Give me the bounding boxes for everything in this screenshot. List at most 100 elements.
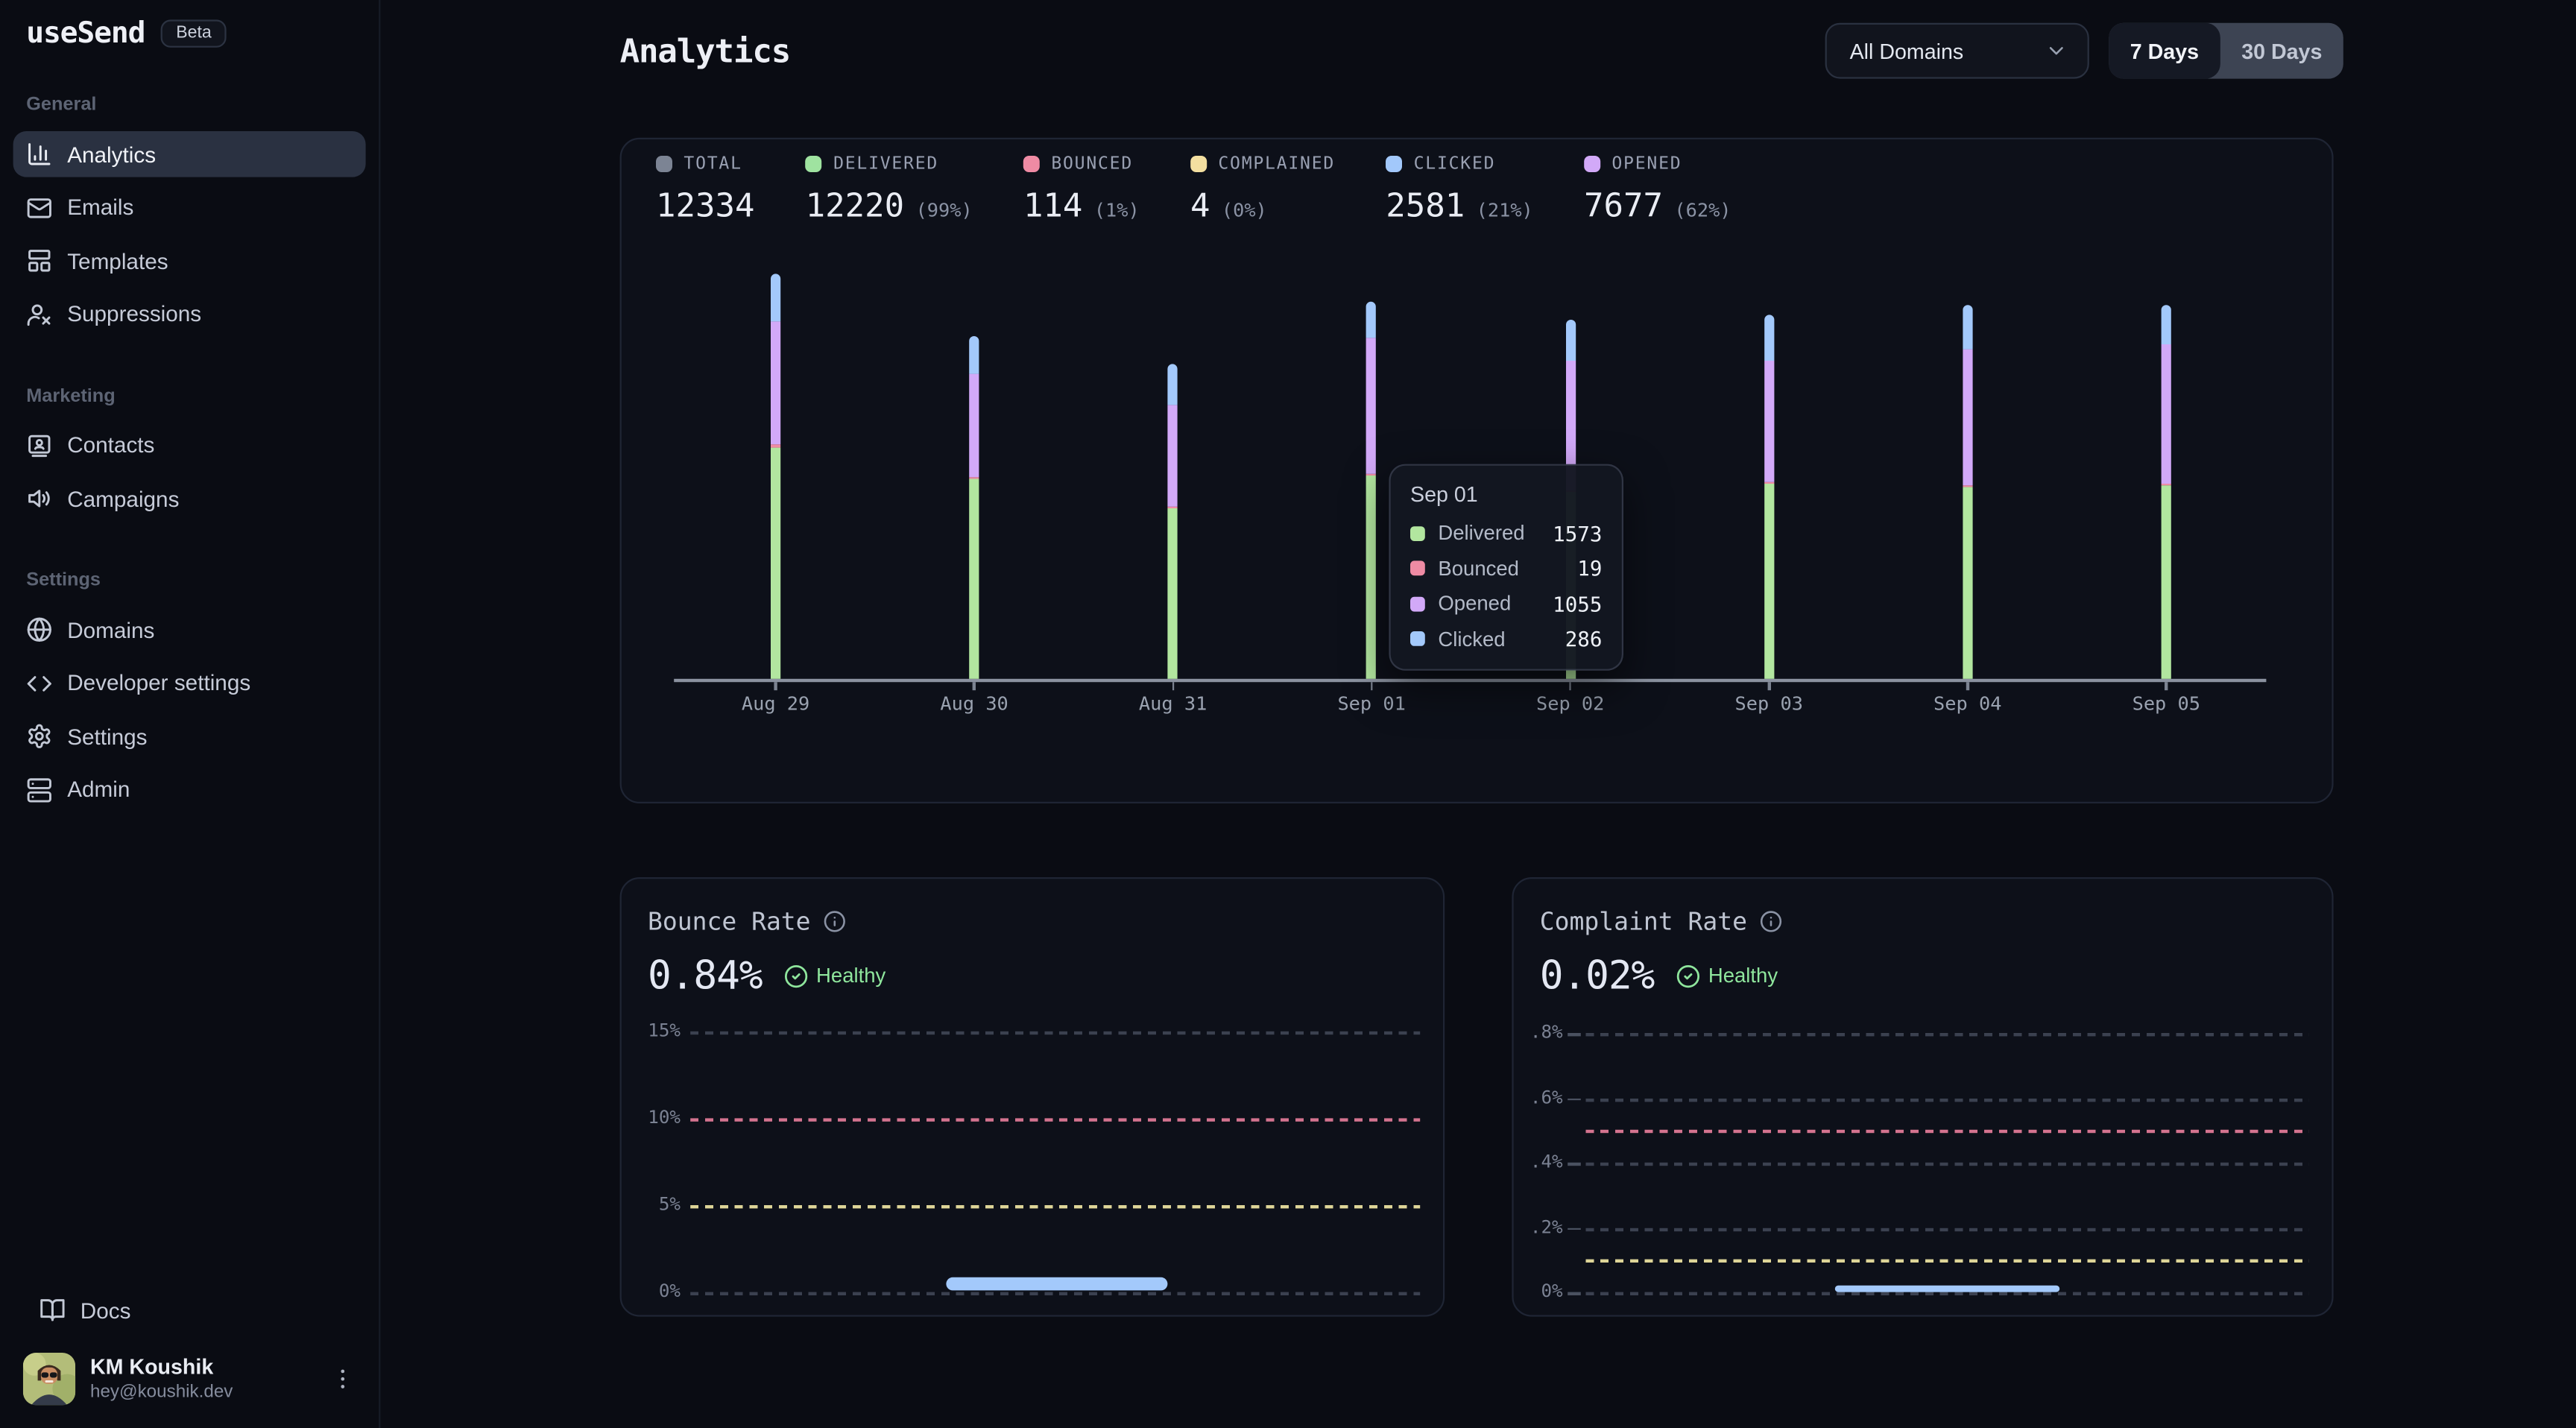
bar-aug-30-clicked[interactable] [970,335,979,373]
bar-sep-04-delivered[interactable] [1963,487,1972,679]
x-axis-tick [1172,681,1174,689]
bar-aug-31-bounced[interactable] [1168,506,1178,508]
range-30days-button[interactable]: 30 Days [2220,23,2343,79]
tooltip-label: Delivered [1438,522,1524,545]
range-toggle: 7 Days 30 Days [2109,23,2343,79]
sidebar-item-admin[interactable]: Admin [13,767,366,813]
x-axis-label: Aug 31 [1108,692,1239,715]
x-axis-label: Sep 02 [1505,692,1636,715]
bar-aug-30-bounced[interactable] [970,477,979,478]
sidebar-item-docs[interactable]: Docs [26,1287,353,1333]
app-logo: useSend [26,16,145,51]
avatar [23,1353,75,1405]
nav-group-label: General [0,92,379,118]
range-7days-button[interactable]: 7 Days [2109,23,2220,79]
domain-select[interactable]: All Domains [1825,23,2089,79]
bar-sep-05-delivered[interactable] [2162,484,2171,678]
bar-sep-01-delivered[interactable] [1367,476,1377,679]
beta-badge: Beta [161,19,226,48]
tooltip-value: 286 [1565,626,1603,651]
complaint-rate-value: 0.02% [1540,952,1654,999]
x-axis-tick [1371,681,1373,689]
y-axis-label: .4% [1514,1151,1563,1172]
sidebar-item-label: Templates [67,248,168,273]
sidebar-item-developer-settings[interactable]: Developer settings [13,660,366,707]
x-axis-label: Aug 29 [710,692,842,715]
gridline-15 [690,1031,1420,1034]
y-axis-tick [1568,1033,1581,1035]
sidebar-item-settings[interactable]: Settings [13,713,366,759]
mail-icon [26,195,52,221]
info-icon[interactable] [1761,910,1784,933]
x-axis-tick [1768,681,1770,689]
bar-sep-02-clicked[interactable] [1565,320,1575,361]
gridline-10 [690,1118,1420,1121]
sidebar-item-templates[interactable]: Templates [13,238,366,284]
overview-card: TOTAL12334DELIVERED12220(99%)BOUNCED114(… [620,138,2334,803]
sidebar-item-contacts[interactable]: Contacts [13,423,366,469]
gear-icon [26,723,52,749]
bar-sep-04-opened[interactable] [1963,350,1972,485]
sidebar-nav: General Analytics Emails Templates Suppressi… [0,92,379,820]
bar-aug-29-bounced[interactable] [771,445,780,446]
user-meta: KM Koushik hey@koushik.dev [90,1354,233,1403]
ellipsis-vertical-icon[interactable] [329,1364,356,1394]
logo-row: useSend Beta [26,16,226,51]
x-axis-tick [1966,681,1969,689]
bar-sep-03-delivered[interactable] [1764,483,1774,679]
bar-sep-01-bounced[interactable] [1367,474,1377,476]
nav-group: General Analytics Emails Templates Suppressi… [0,92,379,337]
contact-card-icon [26,432,52,458]
layout-panel-icon [26,247,52,274]
bar-sep-01-opened[interactable] [1367,338,1377,473]
complaint-rate-header: Complaint Rate [1540,907,1784,937]
check-circle-icon [1676,964,1700,988]
sidebar-item-suppressions[interactable]: Suppressions [13,291,366,338]
user-menu[interactable]: KM Koushik hey@koushik.dev [23,1353,356,1405]
rate-series-bar[interactable] [1835,1286,2059,1292]
user-email: hey@koushik.dev [90,1380,233,1403]
bar-sep-03-bounced[interactable] [1764,481,1774,483]
bar-aug-30-opened[interactable] [970,373,979,477]
sidebar-item-domains[interactable]: Domains [13,607,366,653]
bar-aug-31-opened[interactable] [1168,405,1178,506]
x-axis-line [674,679,2266,681]
bar-aug-30-delivered[interactable] [970,478,979,679]
tooltip-chip [1410,560,1425,575]
bar-aug-29-clicked[interactable] [771,274,780,320]
bar-sep-03-clicked[interactable] [1764,315,1774,361]
y-axis-label: 0% [622,1280,681,1301]
sidebar-item-analytics[interactable]: Analytics [13,131,366,177]
gridline-2 [1585,1228,2308,1230]
info-icon[interactable] [824,910,847,933]
bar-sep-04-clicked[interactable] [1963,306,1972,350]
bar-sep-05-bounced[interactable] [2162,483,2171,484]
sidebar-bottom: Docs KM Ko [0,1287,379,1428]
bar-aug-31-clicked[interactable] [1168,364,1178,405]
gridline-0 [1585,1292,2308,1295]
y-axis-label: 0% [1514,1280,1563,1302]
nav-group-label: Marketing [0,383,379,409]
rate-series-bar[interactable] [946,1277,1169,1292]
sidebar-item-emails[interactable]: Emails [13,185,366,231]
bar-sep-05-opened[interactable] [2162,345,2171,483]
x-axis-tick [774,681,777,689]
tooltip-value: 1055 [1553,591,1602,616]
gridline-6 [1585,1098,2308,1101]
sidebar-item-campaigns[interactable]: Campaigns [13,476,366,522]
docs-label: Docs [80,1298,131,1322]
megaphone-icon [26,485,52,511]
bar-sep-05-clicked[interactable] [2162,305,2171,344]
bar-sep-01-clicked[interactable] [1367,301,1377,338]
app-root: useSend Beta General Analytics Emails Templ… [0,0,2576,1428]
bar-aug-29-delivered[interactable] [771,447,780,679]
code-icon [26,670,52,696]
tooltip-row-bounced: Bounced19 [1410,557,1602,580]
bar-aug-29-opened[interactable] [771,320,780,445]
bar-sep-03-opened[interactable] [1764,361,1774,481]
tooltip-chip [1410,596,1425,611]
tooltip-row-delivered: Delivered1573 [1410,522,1602,545]
bar-sep-04-bounced[interactable] [1963,485,1972,487]
bar-aug-31-delivered[interactable] [1168,508,1178,678]
server-icon [26,777,52,803]
